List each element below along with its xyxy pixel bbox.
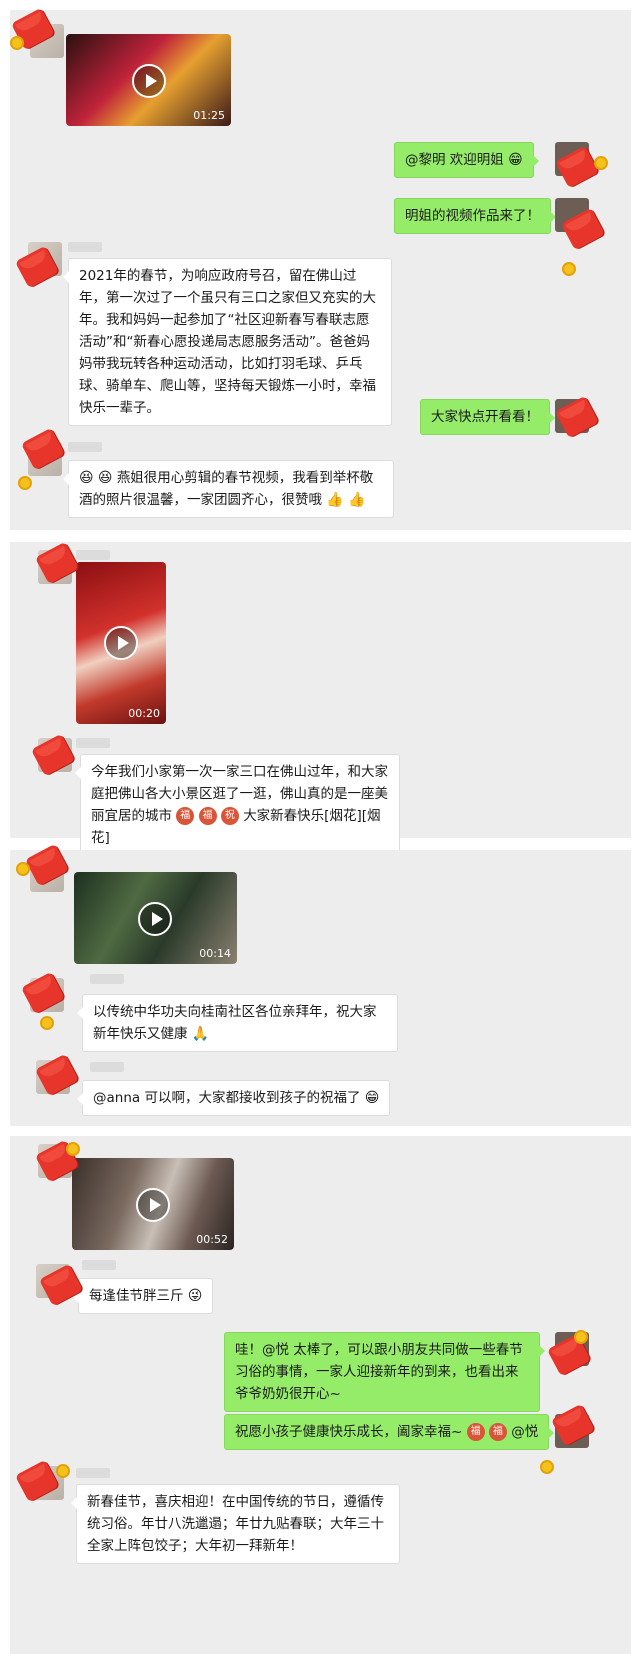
- message-text: 新春佳节，喜庆相迎！在中国传统的节日，遵循传统习俗。年廿八洗邋遢；年廿九贴春联；…: [87, 1494, 384, 1554]
- laugh-emoji-icon: 😆: [79, 470, 94, 486]
- firecracker-icon: 福: [176, 807, 195, 825]
- play-icon[interactable]: [138, 902, 172, 936]
- video-message[interactable]: 01:25: [66, 34, 231, 126]
- tongue-emoji-icon: 😜: [187, 1288, 203, 1304]
- message-video-came[interactable]: 明姐的视频作品来了！: [394, 198, 556, 234]
- message-wow[interactable]: 哇！@悦 太棒了，可以跟小朋友共同做一些春节习俗的事情，一家人迎接新年的到来，也…: [224, 1332, 545, 1412]
- message-spring-story[interactable]: 2021年的春节，为响应政府号召，留在佛山过年，第一次过了一个虽只有三口之家但又…: [63, 258, 392, 426]
- coin-icon: [16, 862, 30, 876]
- video-duration: 01:25: [193, 109, 225, 122]
- message-first-year[interactable]: 今年我们小家第一次一家三口在佛山过年，和大家庭把佛山各大小景区逛了一逛，佛山真的…: [75, 754, 400, 856]
- message-kungfu[interactable]: 以传统中华功夫向桂南社区各位亲拜年，祝大家新年快乐又健康 🙏: [77, 994, 398, 1052]
- play-icon[interactable]: [104, 626, 138, 660]
- blessing-icon: 祝: [220, 807, 239, 825]
- firecracker-icon: 福: [198, 807, 217, 825]
- video-duration: 00:52: [196, 1233, 228, 1246]
- play-icon[interactable]: [132, 64, 166, 98]
- mention[interactable]: @悦: [511, 1424, 538, 1440]
- message-text: 祝愿小孩子健康快乐成长，阖家幸福~: [235, 1424, 463, 1440]
- firecracker-icon: 福: [488, 1423, 507, 1441]
- laugh-emoji-icon: 😆: [97, 470, 113, 486]
- grin-emoji-icon: 😁: [364, 1090, 380, 1106]
- firecracker-icon: 福: [466, 1423, 485, 1441]
- coin-icon: [10, 36, 24, 50]
- message-text: @anna 可以啊，大家都接收到孩子的祝福了: [93, 1090, 361, 1106]
- video-duration: 00:20: [128, 707, 160, 720]
- thumbs-up-icon: 👍: [326, 492, 344, 508]
- sender-name: [68, 442, 102, 452]
- message-new-year[interactable]: 新春佳节，喜庆相迎！在中国传统的节日，遵循传统习俗。年廿八洗邋遢；年廿九贴春联；…: [71, 1484, 400, 1564]
- chat-panel-3: 00:14 以传统中华功夫向桂南社区各位亲拜年，祝大家新年快乐又健康 🙏 @an…: [10, 850, 631, 1126]
- video-message[interactable]: 00:14: [74, 872, 237, 964]
- message-open-quick[interactable]: 大家快点开看看！: [420, 399, 555, 435]
- sender-name: [90, 974, 124, 984]
- message-wish[interactable]: 祝愿小孩子健康快乐成长，阖家幸福~ 福 福 @悦: [224, 1414, 555, 1450]
- message-text: @黎明 欢迎明姐: [405, 152, 504, 168]
- message-fat[interactable]: 每逢佳节胖三斤 😜: [72, 1278, 214, 1314]
- video-message[interactable]: 00:52: [72, 1158, 234, 1250]
- coin-icon: [594, 156, 608, 170]
- pray-icon: 🙏: [191, 1026, 210, 1042]
- message-yanjie[interactable]: 😆 😆 燕姐很用心剪辑的春节视频，我看到举杯敬酒的照片很温馨，一家团圆齐心，很赞…: [63, 460, 394, 518]
- message-text: 2021年的春节，为响应政府号召，留在佛山过年，第一次过了一个虽只有三口之家但又…: [79, 268, 376, 416]
- play-icon[interactable]: [136, 1188, 170, 1222]
- coin-icon: [18, 476, 32, 490]
- message-text: 大家快点开看看！: [431, 409, 539, 425]
- message-text: 以传统中华功夫向桂南社区各位亲拜年，祝大家新年快乐又健康: [93, 1004, 377, 1042]
- sender-name: [76, 738, 110, 748]
- grin-emoji-icon: 😁: [508, 152, 523, 168]
- sender-name: [68, 242, 102, 252]
- thumbs-up-icon: 👍: [348, 492, 366, 508]
- message-anna[interactable]: @anna 可以啊，大家都接收到孩子的祝福了 😁: [76, 1080, 391, 1116]
- video-duration: 00:14: [199, 947, 231, 960]
- chat-panel-4: 00:52 每逢佳节胖三斤 😜 哇！@悦 太棒了，可以跟小朋友共同做一些春节习俗…: [10, 1136, 631, 1654]
- coin-icon: [562, 262, 576, 276]
- coin-icon: [56, 1464, 70, 1478]
- coin-icon: [574, 1330, 588, 1344]
- sender-name: [76, 1468, 110, 1478]
- coin-icon: [540, 1460, 554, 1474]
- sender-name: [90, 1062, 124, 1072]
- coin-icon: [66, 1142, 80, 1156]
- message-text: 哇！@悦 太棒了，可以跟小朋友共同做一些春节习俗的事情，一家人迎接新年的到来，也…: [235, 1342, 523, 1402]
- sender-name: [82, 1260, 116, 1270]
- coin-icon: [40, 1016, 54, 1030]
- message-text: 每逢佳节胖三斤: [89, 1288, 184, 1304]
- video-message[interactable]: 00:20: [76, 562, 166, 724]
- chat-panel-1: 01:25 @黎明 欢迎明姐 😁 明姐的视频作品来了！ 2021年的春节，为响应…: [10, 10, 631, 530]
- sender-name: [76, 550, 110, 560]
- message-welcome[interactable]: @黎明 欢迎明姐 😁: [394, 142, 539, 178]
- chat-panel-2: 00:20 今年我们小家第一次一家三口在佛山过年，和大家庭把佛山各大小景区逛了一…: [10, 542, 631, 856]
- message-text: 明姐的视频作品来了！: [405, 208, 540, 224]
